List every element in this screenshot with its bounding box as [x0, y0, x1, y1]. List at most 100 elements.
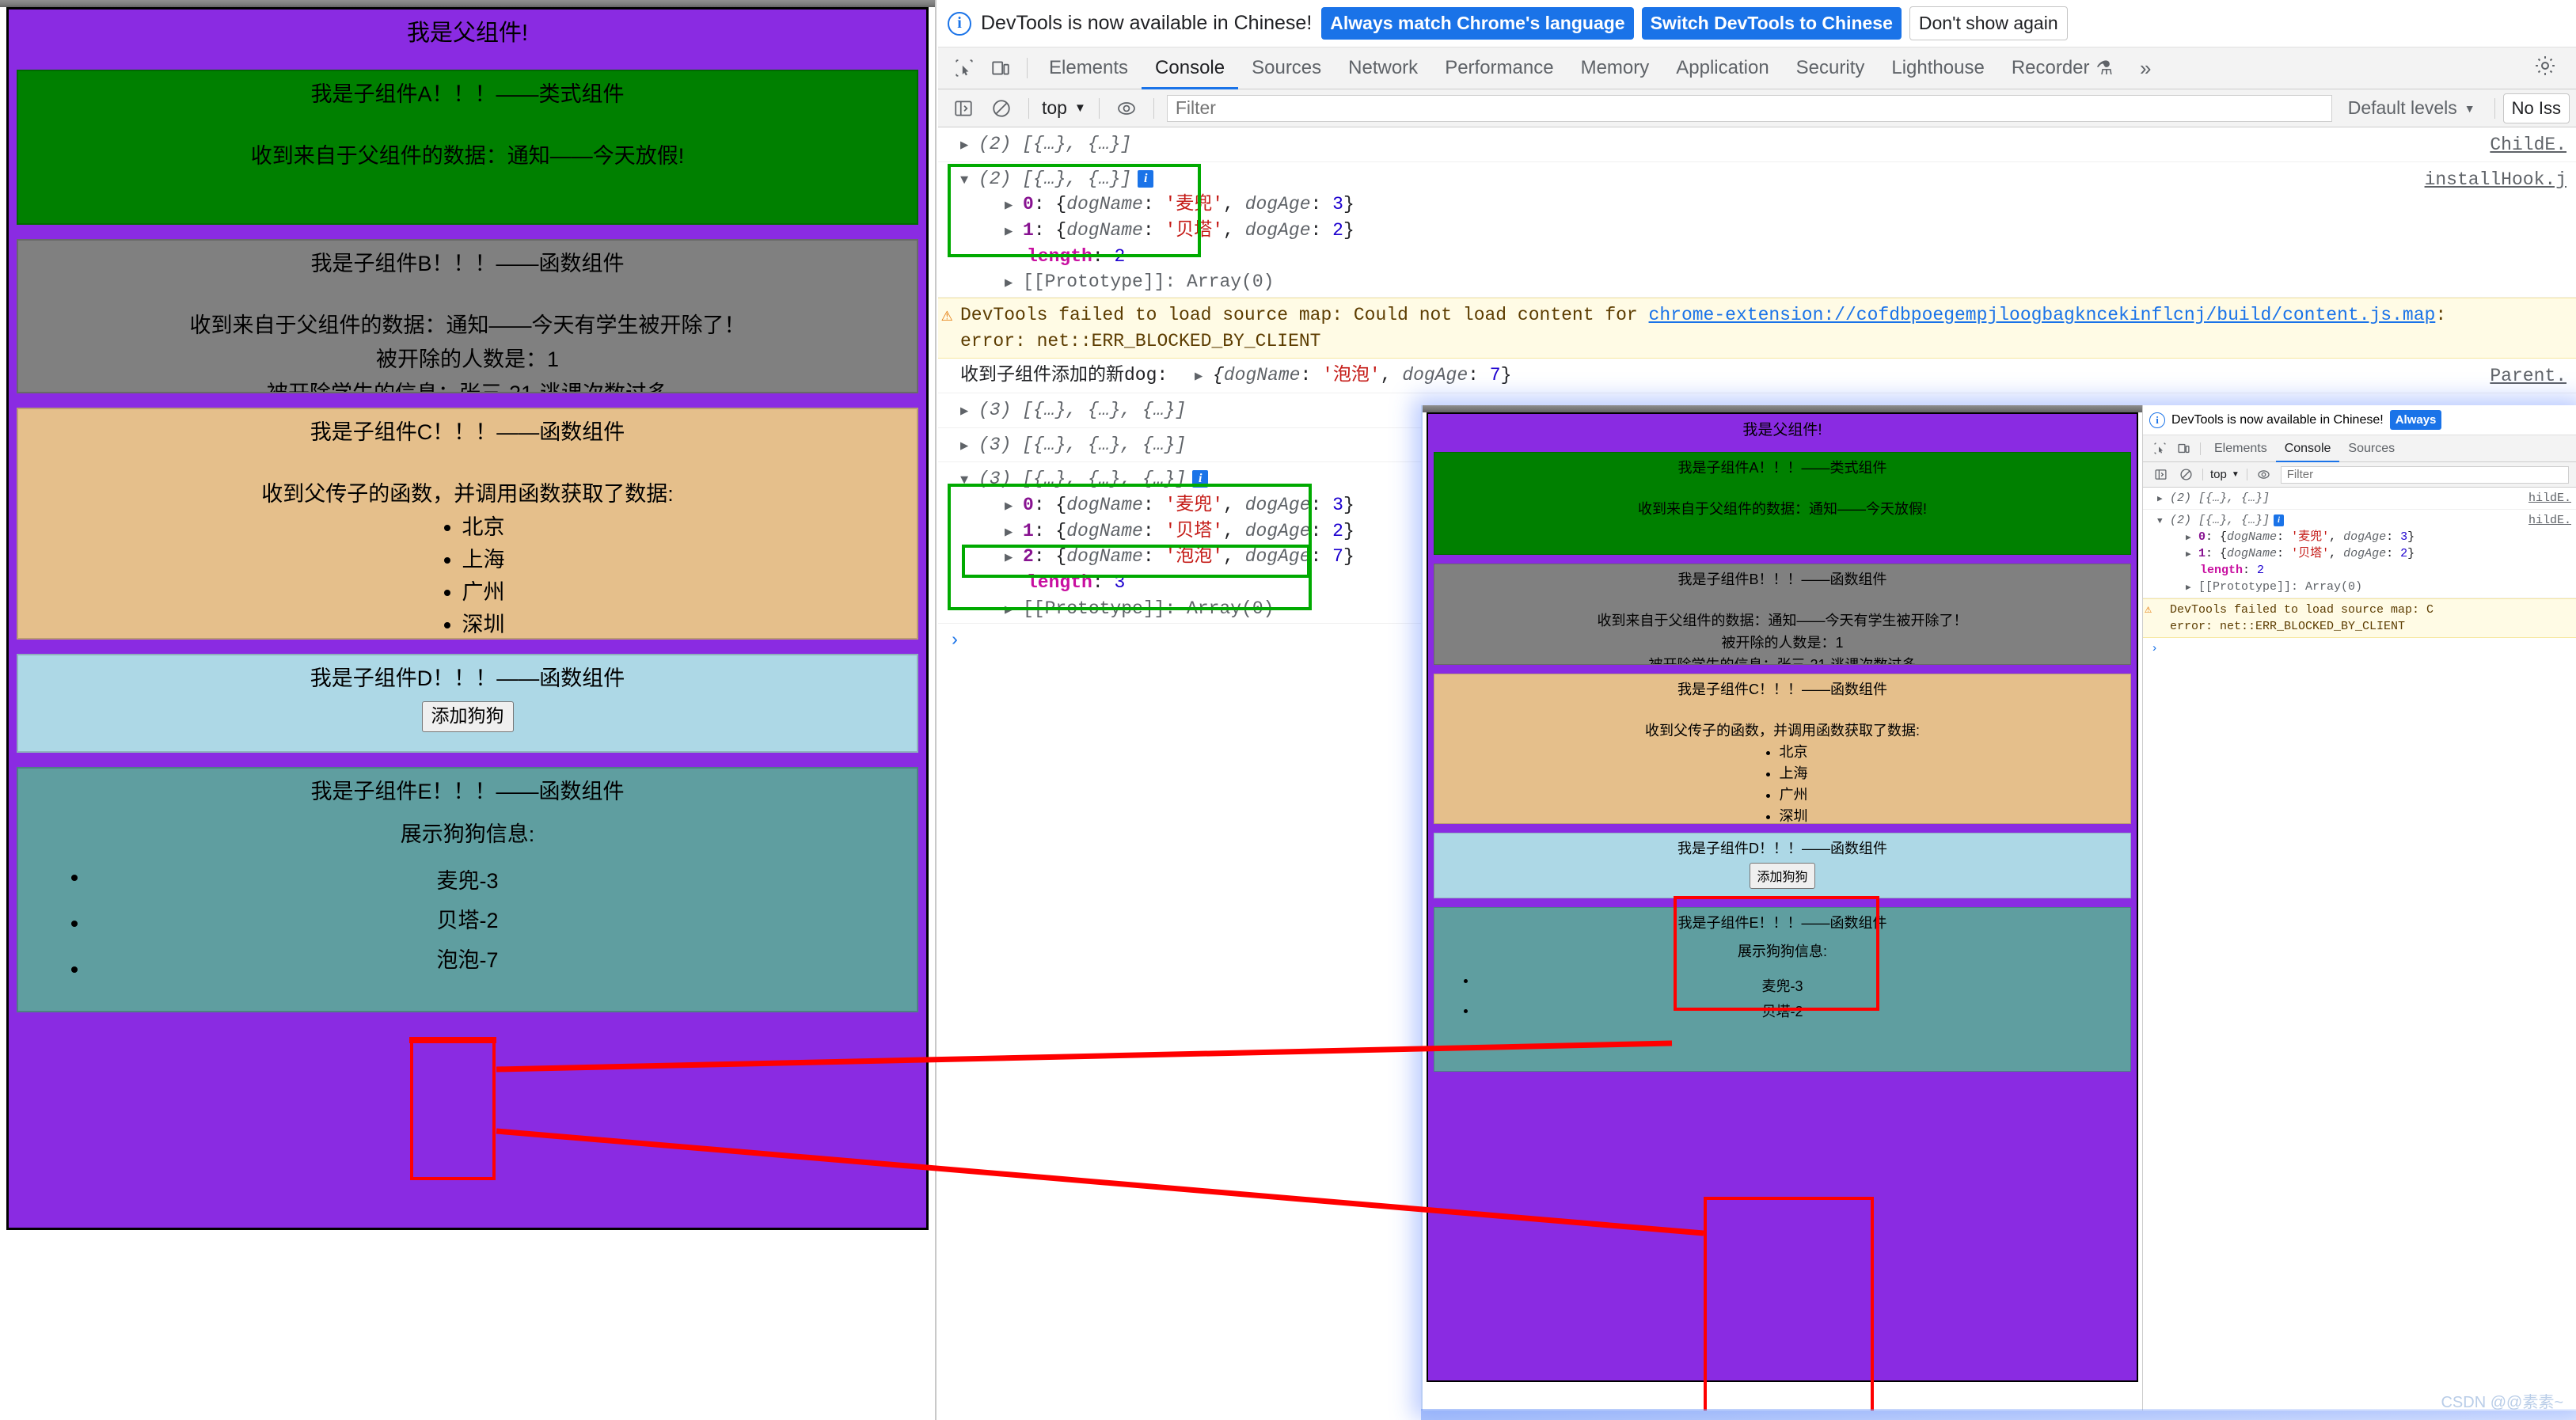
parent-component: 我是父组件! 我是子组件A！！！——类式组件 收到来自于父组件的数据：通知——今…	[6, 7, 929, 1230]
collapse-triangle-icon[interactable]: ▼	[2157, 516, 2166, 528]
live-expression-eye-icon[interactable]	[2255, 466, 2273, 484]
inset-tab-sources[interactable]: Sources	[2339, 435, 2403, 462]
inset-child-e-body: 展示狗狗信息: 麦兜-3 贝塔-2	[1434, 937, 2130, 1070]
inspect-element-icon[interactable]	[2151, 440, 2168, 458]
array-index: 2	[1023, 546, 1034, 568]
array-preview: (2) [{…}, {…}]	[978, 168, 1132, 189]
array-item-row[interactable]: ▶ 0: {dogName: '麦兜', dogAge: 3}	[2157, 529, 2576, 545]
console-filter-input[interactable]	[1166, 94, 2332, 122]
console-row-collapsed-array-1[interactable]: ▶ (2) [{…}, {…}] ChildE.	[938, 127, 2576, 162]
dog-entry: 麦兜-3	[1761, 978, 1803, 994]
console-sidebar-toggle-icon[interactable]	[2152, 466, 2169, 484]
sourcemap-link[interactable]: chrome-extension://cofdbpoegempjloogbagk…	[1649, 305, 2436, 325]
clear-console-icon[interactable]	[988, 95, 1015, 122]
tab-lighthouse[interactable]: Lighthouse	[1878, 47, 1997, 89]
issues-badge-button[interactable]: No Iss	[2502, 93, 2570, 123]
tab-console[interactable]: Console	[1142, 47, 1238, 89]
expand-triangle-icon[interactable]: ▶	[2157, 494, 2166, 506]
always-match-language-button[interactable]: Always match Chrome's language	[1321, 7, 1634, 40]
inset-browser-chrome-strip	[1423, 405, 2142, 412]
info-badge-icon[interactable]: i	[1138, 169, 1154, 188]
info-icon: i	[2149, 412, 2165, 428]
tab-application[interactable]: Application	[1662, 47, 1782, 89]
device-toolbar-icon[interactable]	[2175, 440, 2192, 458]
inset-console-filter-input[interactable]	[2280, 465, 2569, 484]
console-row-new-dog-log[interactable]: 收到子组件添加的新dog: ▶ {dogName: '泡泡', dogAge: 7…	[938, 359, 2576, 393]
inset-tab-console[interactable]: Console	[2276, 435, 2340, 462]
collapse-triangle-icon[interactable]: ▼	[960, 172, 973, 191]
dont-show-again-button[interactable]: Don't show again	[1909, 6, 2068, 40]
array-header-line[interactable]: ▼ (2) [{…}, {…}] i	[2157, 512, 2576, 529]
clear-console-icon[interactable]	[2177, 466, 2194, 484]
expand-triangle-icon[interactable]: ▶	[1005, 498, 1017, 517]
dog-entry: 泡泡-7	[436, 947, 499, 972]
device-toolbar-icon[interactable]	[987, 55, 1014, 82]
expand-triangle-icon[interactable]: ▶	[960, 403, 973, 422]
expand-triangle-icon[interactable]: ▶	[1005, 524, 1017, 543]
info-badge-icon[interactable]: i	[2274, 514, 2285, 526]
execution-context-selector[interactable]: top ▼	[1037, 97, 1091, 119]
child-e-dog-list: 麦兜-3 贝塔-2 泡泡-7	[18, 862, 917, 981]
expand-triangle-icon[interactable]: ▶	[2186, 533, 2194, 545]
collapse-triangle-icon[interactable]: ▼	[960, 472, 973, 491]
tab-sources[interactable]: Sources	[1238, 47, 1335, 89]
expand-triangle-icon[interactable]: ▶	[1005, 197, 1017, 216]
array-item-row[interactable]: ▶ 0: {dogName: '麦兜', dogAge: 3}	[960, 192, 2576, 218]
source-link[interactable]: hildE.	[2529, 490, 2571, 507]
expand-triangle-icon[interactable]: ▶	[960, 137, 973, 156]
settings-gear-icon[interactable]	[2533, 54, 2568, 82]
array-header-line[interactable]: ▼ (2) [{…}, {…}] i	[960, 166, 2576, 192]
expand-triangle-icon[interactable]: ▶	[1005, 602, 1017, 621]
info-badge-icon[interactable]: i	[1192, 470, 1209, 488]
source-link[interactable]: Parent.	[2490, 363, 2567, 389]
array-index: 0	[1023, 494, 1034, 515]
inset-console-prompt[interactable]: ›	[2143, 638, 2576, 659]
tab-recorder[interactable]: Recorder ⚗	[1998, 47, 2126, 89]
expand-triangle-icon[interactable]: ▶	[1005, 549, 1017, 568]
inset-execution-context-selector[interactable]: top ▼	[2207, 468, 2243, 481]
inset-child-e-dog-list: 麦兜-3 贝塔-2	[1434, 974, 2130, 1025]
expand-triangle-icon[interactable]: ▶	[1005, 275, 1017, 294]
expand-triangle-icon[interactable]: ▶	[1005, 223, 1017, 242]
switch-devtools-chinese-button[interactable]: Switch DevTools to Chinese	[1641, 7, 1902, 40]
warning-triangle-icon: ⚠	[941, 305, 953, 327]
array-preview: (3) [{…}, {…}, {…}]	[978, 399, 1187, 420]
array-item-row[interactable]: ▶ 1: {dogName: '贝塔', dogAge: 2}	[2157, 545, 2576, 562]
live-expression-eye-icon[interactable]	[1113, 95, 1140, 122]
add-dog-button[interactable]: 添加狗狗	[421, 701, 514, 733]
inset-console-message-list: ▶ (2) [{…}, {…}] hildE. ▼ (2) [{…}, {…}] i …	[2143, 488, 2576, 659]
source-link[interactable]: hildE.	[2529, 512, 2571, 529]
tab-security[interactable]: Security	[1783, 47, 1879, 89]
expand-triangle-icon[interactable]: ▶	[2186, 583, 2194, 594]
source-link[interactable]: installHook.j	[2425, 167, 2567, 193]
inset-console-row-expanded[interactable]: ▼ (2) [{…}, {…}] i ▶ 0: {dogName: '麦兜', dog…	[2143, 510, 2576, 598]
tab-overflow-button[interactable]: »	[2126, 47, 2164, 89]
expand-triangle-icon[interactable]: ▶	[1195, 368, 1207, 387]
log-level-selector[interactable]: Default levels ▼	[2337, 97, 2487, 119]
inset-console-row-collapsed[interactable]: ▶ (2) [{…}, {…}] hildE.	[2143, 488, 2576, 510]
divider	[2202, 469, 2203, 480]
array-prototype-row[interactable]: ▶ [[Prototype]]: Array(0)	[2157, 579, 2576, 595]
inset-console-row-warning: ⚠ DevTools failed to load source map: C …	[2143, 598, 2576, 638]
source-link[interactable]: ChildE.	[2490, 132, 2567, 158]
execution-context-label: top	[1042, 97, 1067, 118]
inset-add-dog-button[interactable]: 添加狗狗	[1750, 862, 1815, 889]
inset-always-match-button[interactable]: Always	[2389, 410, 2442, 430]
tab-elements[interactable]: Elements	[1035, 47, 1142, 89]
array-index: 1	[1023, 219, 1034, 241]
child-component-b: 我是子组件B！！！——函数组件 收到来自于父组件的数据：通知——今天有学生被开除…	[17, 239, 918, 394]
array-prototype-row[interactable]: ▶ [[Prototype]]: Array(0)	[960, 269, 2576, 295]
console-row-expanded-array-1[interactable]: ▼ (2) [{…}, {…}] i ▶ 0: {dogName: '麦兜', dog…	[938, 162, 2576, 298]
array-item-row[interactable]: ▶ 1: {dogName: '贝塔', dogAge: 2}	[960, 218, 2576, 244]
tab-performance[interactable]: Performance	[1431, 47, 1567, 89]
child-d-heading: 我是子组件D！！！——函数组件	[310, 666, 625, 691]
inset-child-c-city-list: 北京 上海 广州 深圳	[1757, 742, 1808, 823]
inset-child-e-bullet-markers	[1466, 966, 1477, 1026]
inset-tab-elements[interactable]: Elements	[2206, 435, 2276, 462]
tab-network[interactable]: Network	[1335, 47, 1431, 89]
inspect-element-icon[interactable]	[951, 55, 978, 82]
tab-memory[interactable]: Memory	[1567, 47, 1663, 89]
expand-triangle-icon[interactable]: ▶	[2186, 549, 2194, 561]
console-sidebar-toggle-icon[interactable]	[950, 95, 977, 122]
expand-triangle-icon[interactable]: ▶	[960, 438, 973, 457]
